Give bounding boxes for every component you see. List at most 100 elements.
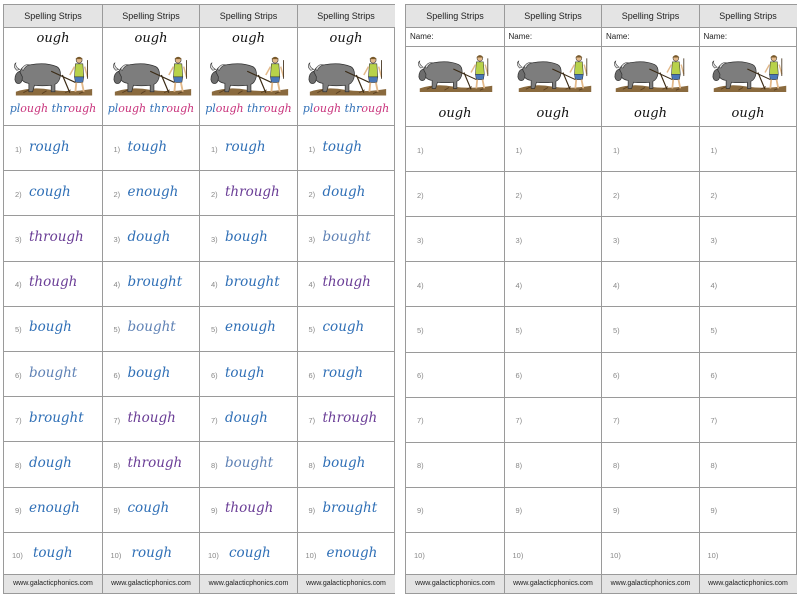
- word-row: 10) rough: [102, 531, 200, 577]
- word-row: 1) rough: [4, 125, 102, 170]
- ox-plough-farmer-icon: [711, 54, 787, 93]
- strip-header: Spelling Strips: [4, 5, 102, 28]
- word-row: 5) cough: [297, 305, 395, 351]
- item-number: 1): [613, 145, 620, 155]
- key-words: plough through: [4, 102, 102, 115]
- item-number: 6): [515, 371, 523, 381]
- answer-row: 2): [504, 171, 602, 216]
- ox-plough-farmer-icon: [210, 55, 290, 97]
- answer-row: 4): [406, 261, 504, 306]
- item-number: 4): [515, 280, 523, 290]
- key-words: plough through: [298, 102, 395, 115]
- sound-heading: ough: [731, 106, 765, 121]
- answer-row: 4): [504, 261, 602, 306]
- item-number: 9): [113, 506, 121, 516]
- answer-row: 10): [406, 531, 504, 577]
- spelling-word: brought: [225, 274, 280, 291]
- item-number: 9): [15, 506, 22, 516]
- item-number: 6): [113, 370, 121, 380]
- word-row: 9) though: [200, 486, 297, 532]
- word-row: 3) bough: [200, 215, 297, 260]
- item-number: 6): [211, 370, 218, 380]
- item-number: 1): [113, 144, 121, 154]
- answer-row: 5): [406, 306, 504, 351]
- strip-header: Spelling Strips: [504, 5, 602, 28]
- item-number: 1): [308, 144, 316, 154]
- answer-row: 2): [699, 171, 797, 216]
- key-word-plough-sound: ough: [313, 102, 342, 115]
- item-number: 8): [211, 460, 218, 470]
- key-word-through-start: thr: [344, 102, 362, 115]
- item-number: 10): [414, 551, 425, 561]
- strip-header: Spelling Strips: [200, 5, 297, 28]
- answer-row: 1): [406, 126, 504, 171]
- answer-row: 7): [699, 396, 797, 442]
- word-row: 3) bought: [297, 215, 395, 260]
- key-words: plough through: [200, 102, 297, 115]
- answer-row: 5): [699, 306, 797, 351]
- strip-footer: www.galacticphonics.com: [602, 574, 699, 593]
- item-number: 5): [515, 325, 523, 335]
- answer-row: 1): [602, 126, 699, 171]
- sound-heading: ough: [329, 31, 363, 46]
- spelling-word: bough: [127, 364, 171, 381]
- answer-row: 6): [406, 351, 504, 397]
- item-number: 8): [417, 461, 424, 471]
- spelling-word: bought: [225, 454, 274, 471]
- spelling-word: bought: [29, 364, 78, 381]
- blank-strip: Spelling Strips Name: ough 1) 2) 3) 4) 5) 6) 7) 8)…: [503, 5, 602, 593]
- key-word-through-start: thr: [51, 102, 69, 115]
- item-number: 3): [710, 235, 718, 245]
- word-row: 6) bought: [4, 351, 102, 396]
- spelling-strip: Spelling Strips ough plough through 1) rough…: [199, 5, 297, 593]
- item-number: 2): [710, 190, 718, 200]
- name-field: Name:: [699, 27, 797, 47]
- strip-footer: www.galacticphonics.com: [406, 574, 504, 593]
- item-number: 9): [308, 506, 316, 516]
- word-row: 10) cough: [200, 531, 297, 577]
- spelling-word: though: [225, 500, 274, 517]
- item-number: 8): [15, 460, 22, 470]
- spelling-strip: Spelling Strips ough plough through 1) rough…: [4, 5, 102, 593]
- spelling-word: dough: [29, 454, 72, 471]
- word-row: 7) through: [297, 396, 395, 441]
- answer-row: 6): [504, 351, 602, 397]
- item-number: 7): [211, 415, 218, 425]
- answer-row: 5): [602, 306, 699, 351]
- item-number: 1): [515, 145, 523, 155]
- word-row: 1) tough: [297, 125, 395, 170]
- item-number: 10): [305, 551, 317, 561]
- spelling-word: bough: [322, 454, 366, 471]
- item-number: 2): [308, 189, 316, 199]
- item-number: 4): [417, 280, 424, 290]
- answer-row: 2): [602, 171, 699, 216]
- word-row: 10) tough: [4, 531, 102, 577]
- strip-header: Spelling Strips: [297, 5, 395, 28]
- strip-header: Spelling Strips: [699, 5, 797, 28]
- word-row: 2) dough: [297, 170, 395, 215]
- strip-footer: www.galacticphonics.com: [297, 574, 395, 593]
- item-number: 7): [710, 416, 718, 426]
- spelling-word: bought: [322, 228, 371, 245]
- item-number: 9): [211, 506, 218, 516]
- strip-footer: www.galacticphonics.com: [699, 574, 797, 593]
- item-number: 10): [707, 551, 719, 561]
- ox-plough-farmer-icon: [112, 55, 192, 97]
- key-word-plough-start: pl: [107, 102, 119, 115]
- strip-footer: www.galacticphonics.com: [4, 574, 102, 593]
- answer-row: 10): [504, 531, 602, 577]
- strip-footer: www.galacticphonics.com: [504, 574, 602, 593]
- item-number: 4): [710, 280, 718, 290]
- item-number: 3): [113, 234, 121, 244]
- item-number: 6): [710, 371, 718, 381]
- answer-row: 9): [504, 486, 602, 532]
- item-number: 4): [211, 280, 218, 290]
- key-word-plough-sound: ough: [20, 102, 49, 115]
- item-number: 1): [417, 145, 424, 155]
- ox-plough-farmer-icon: [14, 55, 94, 97]
- word-row: 9) enough: [4, 486, 102, 532]
- item-number: 2): [417, 190, 424, 200]
- item-number: 7): [613, 416, 620, 426]
- spelling-word: dough: [225, 409, 268, 426]
- answer-row: 3): [504, 216, 602, 261]
